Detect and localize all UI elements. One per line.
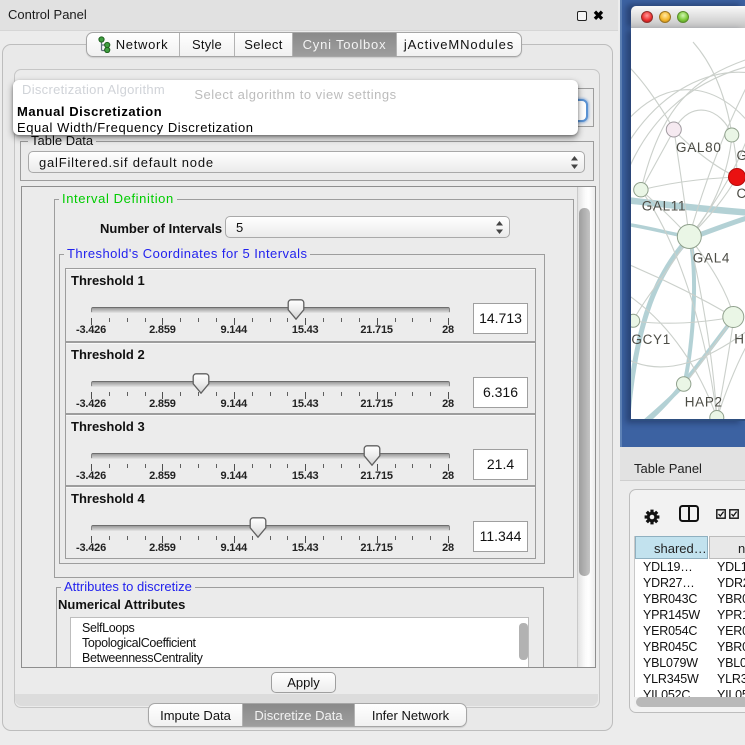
svg-text:C: C bbox=[737, 186, 745, 201]
svg-text:GAL4: GAL4 bbox=[693, 251, 730, 266]
svg-text:HAP2: HAP2 bbox=[685, 395, 723, 410]
svg-text:GA: GA bbox=[737, 148, 745, 163]
svg-text:H: H bbox=[734, 332, 744, 347]
svg-text:GAL11: GAL11 bbox=[642, 199, 687, 214]
svg-text:GAL80: GAL80 bbox=[676, 140, 722, 155]
svg-text:GCY1: GCY1 bbox=[631, 332, 671, 347]
